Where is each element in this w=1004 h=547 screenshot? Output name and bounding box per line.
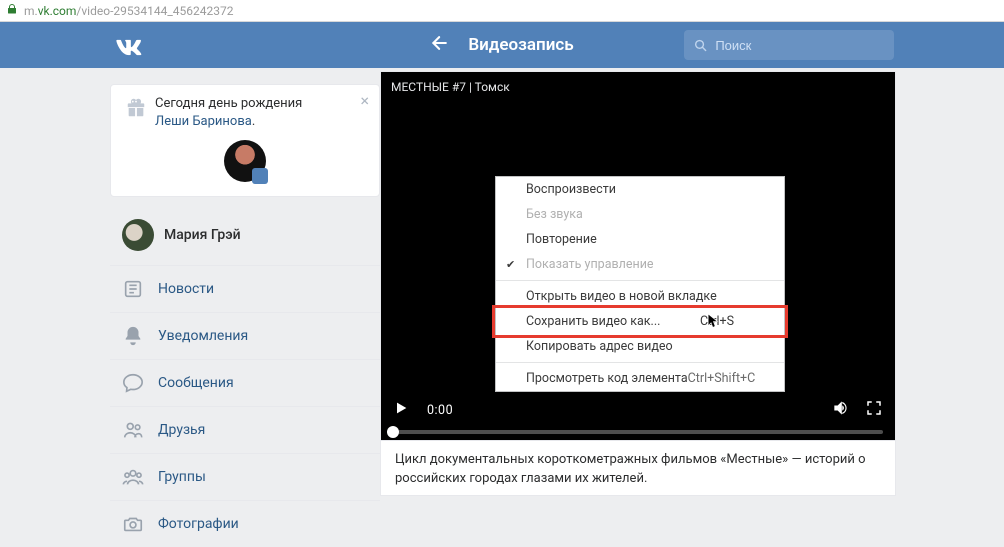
context-item-show-controls: Показать управление — [496, 252, 784, 277]
video-player[interactable]: Воспроизвести Без звука Повторение Показ… — [381, 102, 895, 440]
progress-knob[interactable] — [387, 426, 399, 438]
context-item-copy-address[interactable]: Копировать адрес видео — [496, 334, 784, 359]
friends-icon — [122, 419, 144, 441]
birthday-person-link[interactable]: Леши Баринова — [155, 114, 252, 129]
page-title: Видеозапись — [468, 35, 573, 55]
lock-icon — [6, 3, 18, 18]
context-item-play[interactable]: Воспроизвести — [496, 177, 784, 202]
search-box[interactable] — [684, 30, 894, 60]
vk-header: Видеозапись — [0, 22, 1004, 68]
context-item-loop[interactable]: Повторение — [496, 227, 784, 252]
birthday-avatar[interactable] — [224, 140, 266, 182]
shortcut-label: Ctrl+Shift+C — [688, 371, 756, 386]
news-icon — [122, 278, 144, 300]
video-progress-bar[interactable] — [393, 430, 883, 434]
video-time-label: 0:00 — [427, 403, 453, 418]
cursor-icon — [707, 312, 721, 334]
sidebar-item-photos[interactable]: Фотографии — [110, 500, 380, 547]
volume-icon[interactable] — [831, 398, 851, 422]
sidebar-item-notifications[interactable]: Уведомления — [110, 312, 380, 359]
search-input[interactable] — [715, 38, 884, 53]
fullscreen-icon[interactable] — [865, 399, 883, 421]
user-avatar-icon — [122, 219, 154, 251]
video-title: МЕСТНЫЕ #7 | Томск — [381, 72, 895, 102]
context-item-open-new-tab[interactable]: Открыть видео в новой вкладке — [496, 284, 784, 309]
context-item-mute: Без звука — [496, 202, 784, 227]
video-description: Цикл документальных короткометражных фил… — [380, 441, 896, 496]
messages-icon — [122, 372, 144, 394]
context-separator — [496, 280, 784, 281]
left-column: × Сегодня день рождения Леши Баринова. М… — [110, 68, 380, 547]
search-icon — [694, 38, 707, 53]
context-separator — [496, 362, 784, 363]
sidebar-item-news[interactable]: Новости — [110, 265, 380, 312]
close-icon[interactable]: × — [356, 91, 373, 110]
header-center: Видеозапись — [430, 33, 573, 58]
play-icon[interactable] — [393, 400, 409, 420]
bell-icon — [122, 325, 144, 347]
video-controls: 0:00 — [381, 390, 895, 440]
context-item-save-as[interactable]: Сохранить видео как... Ctrl+S — [496, 309, 784, 334]
context-menu: Воспроизвести Без звука Повторение Показ… — [495, 176, 785, 392]
browser-address-bar[interactable]: m.vk.com/video-29534144_456242372 — [0, 0, 1004, 22]
gift-icon — [125, 97, 147, 123]
birthday-text: Сегодня день рождения Леши Баринова. — [155, 95, 302, 130]
content-area: × Сегодня день рождения Леши Баринова. М… — [0, 68, 1004, 547]
browser-url: m.vk.com/video-29534144_456242372 — [24, 4, 233, 18]
birthday-card: × Сегодня день рождения Леши Баринова. — [110, 84, 380, 197]
sidebar-item-messages[interactable]: Сообщения — [110, 359, 380, 406]
user-name-label: Мария Грэй — [164, 227, 241, 243]
video-panel: МЕСТНЫЕ #7 | Томск Воспроизвести Без зву… — [380, 71, 896, 441]
camera-icon — [122, 513, 144, 535]
context-item-inspect[interactable]: Просмотреть код элемента Ctrl+Shift+C — [496, 366, 784, 391]
vk-logo-icon[interactable] — [114, 32, 144, 66]
sidebar-item-friends[interactable]: Друзья — [110, 406, 380, 453]
right-column: МЕСТНЫЕ #7 | Томск Воспроизвести Без зву… — [380, 68, 896, 547]
groups-icon — [122, 466, 144, 488]
back-arrow-icon[interactable] — [430, 33, 450, 58]
current-user[interactable]: Мария Грэй — [110, 213, 380, 265]
sidebar-item-groups[interactable]: Группы — [110, 453, 380, 500]
